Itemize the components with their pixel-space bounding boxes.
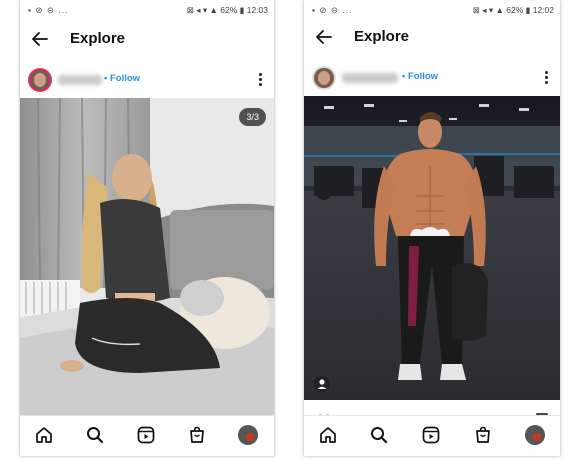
profile-avatar[interactable] bbox=[525, 425, 545, 445]
search-icon[interactable] bbox=[84, 424, 106, 446]
username-blurred[interactable] bbox=[342, 73, 398, 83]
top-bar: Explore bbox=[20, 24, 274, 58]
carousel-counter-badge: 3/3 bbox=[239, 108, 266, 126]
phone-screen-right: ▪ ⊘ ⊝ ... ⊠ ◂ ▾ ▲ 62% ▮ 12:02 Explore • … bbox=[304, 0, 560, 456]
photo-bedroom bbox=[20, 98, 274, 424]
status-notification-icons: ▪ ⊘ ⊝ ... bbox=[312, 5, 353, 15]
status-bar: ▪ ⊘ ⊝ ... ⊠ ◂ ▾ ▲ 62% ▮ 12:03 bbox=[20, 0, 274, 18]
reels-icon[interactable] bbox=[135, 424, 157, 446]
clock: 12:02 bbox=[532, 5, 554, 15]
home-icon[interactable] bbox=[317, 424, 339, 446]
page-title: Explore bbox=[70, 30, 126, 47]
page-title: Explore bbox=[354, 28, 410, 45]
home-icon[interactable] bbox=[33, 424, 55, 446]
battery-percent: 62% bbox=[220, 5, 238, 15]
post-image[interactable] bbox=[304, 96, 560, 400]
reels-icon[interactable] bbox=[420, 424, 442, 446]
phone-screen-left: ▪ ⊘ ⊝ ... ⊠ ◂ ▾ ▲ 62% ▮ 12:03 Explore • … bbox=[20, 0, 274, 456]
user-avatar[interactable] bbox=[312, 66, 336, 90]
top-bar: Explore bbox=[304, 22, 560, 56]
bottom-nav bbox=[20, 415, 274, 456]
shop-icon[interactable] bbox=[472, 424, 494, 446]
more-options-icon[interactable] bbox=[258, 72, 262, 88]
status-right: ⊠ ◂ ▾ ▲ 62% ▮ 12:03 bbox=[186, 5, 268, 15]
photo-gym bbox=[304, 96, 560, 400]
clock: 12:03 bbox=[246, 5, 268, 15]
battery-percent: 62% bbox=[506, 5, 524, 15]
status-notification-icons: ▪ ⊘ ⊝ ... bbox=[28, 5, 69, 15]
status-right: ⊠ ◂ ▾ ▲ 62% ▮ 12:02 bbox=[472, 5, 554, 15]
post-header: • Follow bbox=[304, 64, 560, 94]
user-avatar[interactable] bbox=[28, 68, 52, 92]
more-options-icon[interactable] bbox=[544, 70, 548, 86]
bottom-nav bbox=[304, 415, 560, 456]
profile-avatar[interactable] bbox=[238, 425, 258, 445]
back-arrow-icon[interactable] bbox=[314, 27, 334, 47]
back-arrow-icon[interactable] bbox=[30, 29, 50, 49]
username-blurred[interactable] bbox=[58, 75, 102, 85]
follow-button[interactable]: • Follow bbox=[402, 71, 438, 82]
follow-button[interactable]: • Follow bbox=[104, 73, 140, 84]
post-image[interactable]: 3/3 bbox=[20, 98, 274, 424]
shop-icon[interactable] bbox=[186, 424, 208, 446]
tagged-people-icon[interactable] bbox=[314, 376, 330, 392]
post-header: • Follow bbox=[20, 66, 274, 96]
status-bar: ▪ ⊘ ⊝ ... ⊠ ◂ ▾ ▲ 62% ▮ 12:02 bbox=[304, 0, 560, 18]
search-icon[interactable] bbox=[368, 424, 390, 446]
